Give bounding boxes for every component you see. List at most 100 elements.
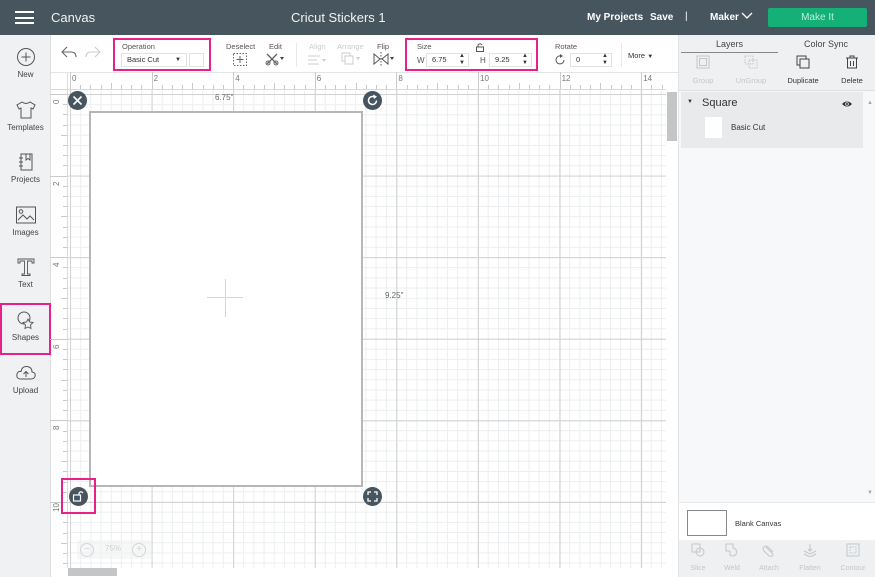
- operation-label: Operation: [122, 42, 155, 51]
- undo-icon[interactable]: [61, 45, 77, 59]
- chevron-down-icon[interactable]: [741, 10, 753, 20]
- separator: |: [685, 11, 688, 22]
- eye-icon[interactable]: [841, 100, 853, 108]
- layer-group: ▼ Square Basic Cut: [681, 92, 863, 148]
- layers-panel: Layers Color Sync Group UnGroup Duplicat…: [678, 35, 875, 577]
- make-it-button[interactable]: Make It: [768, 8, 867, 27]
- caret-down-icon[interactable]: ▼: [687, 99, 693, 105]
- image-icon: [15, 206, 36, 224]
- layer-header[interactable]: ▼ Square: [681, 96, 863, 112]
- machine-select[interactable]: Maker: [710, 12, 739, 23]
- scroll-thumb[interactable]: [667, 92, 677, 141]
- sidebar-item-text[interactable]: Text: [0, 257, 51, 309]
- layer-thumbnail: [705, 117, 722, 138]
- material-color-swatch[interactable]: [189, 53, 204, 67]
- scroll-up-icon[interactable]: ▲: [867, 100, 873, 106]
- stepper-icon[interactable]: ▲ ▼: [522, 53, 528, 67]
- ruler-tick: [63, 400, 67, 401]
- ruler-tick: [437, 83, 439, 89]
- zoom-in-button[interactable]: +: [132, 543, 146, 557]
- ruler-tick: [488, 85, 490, 89]
- tab-layers[interactable]: Layers: [716, 39, 743, 49]
- save-link[interactable]: Save: [650, 12, 673, 23]
- resize-handle[interactable]: [363, 487, 382, 506]
- scroll-down-icon[interactable]: ▼: [867, 490, 873, 496]
- ruler-tick: [63, 553, 67, 554]
- weld-icon: [725, 543, 738, 557]
- ruler-tick: [182, 85, 184, 89]
- align-label: Align: [309, 42, 326, 51]
- sidebar-item-templates[interactable]: Templates: [0, 100, 51, 152]
- ruler-tick: [498, 85, 500, 89]
- notebook-icon: [18, 153, 32, 171]
- horizontal-scrollbar[interactable]: [68, 568, 666, 577]
- stepper-icon[interactable]: ▲ ▼: [602, 53, 608, 67]
- ruler-tick: [518, 83, 520, 89]
- ruler-tick: [478, 72, 479, 89]
- ruler-tick: [61, 379, 67, 381]
- square-shape[interactable]: [89, 111, 363, 487]
- attach-button[interactable]: Attach: [750, 543, 788, 572]
- width-value: 6.75: [432, 55, 447, 64]
- scroll-thumb[interactable]: [68, 568, 117, 576]
- ruler-tick: [63, 196, 67, 197]
- sidebar-item-images[interactable]: Images: [0, 205, 51, 257]
- flatten-button[interactable]: Flatten: [791, 543, 829, 572]
- operation-select[interactable]: Basic Cut ▼: [121, 53, 187, 67]
- ruler-tick: [63, 532, 67, 534]
- sidebar-item-shapes[interactable]: Shapes: [0, 303, 51, 355]
- ruler-tick: [63, 389, 67, 391]
- ruler-tick: [63, 155, 67, 157]
- action-label: Contour: [840, 565, 866, 572]
- contour-button[interactable]: Contour: [834, 543, 872, 572]
- dropdown-arrow-icon: ▼: [175, 57, 181, 63]
- tab-color-sync[interactable]: Color Sync: [804, 39, 848, 49]
- canvas-thumbnail: [687, 510, 727, 536]
- height-input[interactable]: 9.25 ▲ ▼: [489, 53, 532, 67]
- rotate-handle[interactable]: [363, 91, 382, 110]
- ruler-tick-label: 4: [235, 74, 240, 83]
- ruler-tick: [161, 85, 163, 89]
- lock-open-icon[interactable]: [476, 43, 484, 52]
- redo-icon[interactable]: [85, 45, 101, 59]
- my-projects-link[interactable]: My Projects: [587, 12, 643, 23]
- ruler-tick: [131, 85, 133, 89]
- hamburger-menu-icon[interactable]: [15, 11, 34, 24]
- weld-button[interactable]: Weld: [713, 543, 751, 572]
- delete-button[interactable]: Delete: [828, 55, 875, 85]
- align-icon[interactable]: [307, 54, 327, 66]
- ruler-tick: [63, 145, 67, 146]
- ruler-tick-label: 10: [480, 74, 489, 83]
- layer-item[interactable]: Basic Cut: [681, 114, 863, 142]
- stepper-icon[interactable]: ▲ ▼: [459, 53, 465, 67]
- duplicate-button[interactable]: Duplicate: [779, 55, 827, 85]
- sidebar-item-upload[interactable]: Upload: [0, 363, 51, 415]
- zoom-out-button[interactable]: −: [80, 543, 94, 557]
- slice-button[interactable]: Slice: [679, 543, 717, 572]
- blank-canvas-item[interactable]: Blank Canvas: [679, 502, 875, 540]
- ruler-tick: [63, 277, 67, 279]
- ruler-tick: [427, 85, 428, 89]
- sidebar-item-projects[interactable]: Projects: [0, 152, 51, 204]
- flip-label: Flip: [377, 42, 390, 51]
- flip-icon[interactable]: [373, 52, 395, 66]
- top-bar: Canvas Cricut Stickers 1 My Projects Sav…: [0, 0, 875, 35]
- width-input[interactable]: 6.75 ▲ ▼: [426, 53, 469, 67]
- deselect-icon[interactable]: [233, 53, 247, 66]
- vertical-scrollbar[interactable]: [666, 90, 678, 577]
- ungroup-button[interactable]: UnGroup: [727, 55, 775, 85]
- sidebar-item-new[interactable]: New: [0, 47, 51, 99]
- flatten-icon: [803, 544, 817, 558]
- blank-canvas-label: Blank Canvas: [735, 519, 782, 528]
- more-button[interactable]: More ▼: [628, 51, 653, 60]
- ruler-tick-label: 0: [52, 99, 61, 104]
- ruler-tick: [50, 338, 67, 340]
- arrange-icon[interactable]: [341, 52, 361, 66]
- edit-scissors-icon[interactable]: [265, 52, 285, 66]
- group-button[interactable]: Group: [679, 55, 727, 85]
- delete-handle[interactable]: [68, 91, 87, 110]
- rotate-input[interactable]: 0 ▲ ▼: [570, 53, 612, 67]
- ruler-tick: [63, 440, 67, 442]
- size-label: Size: [417, 42, 432, 51]
- ruler-tick: [63, 318, 67, 320]
